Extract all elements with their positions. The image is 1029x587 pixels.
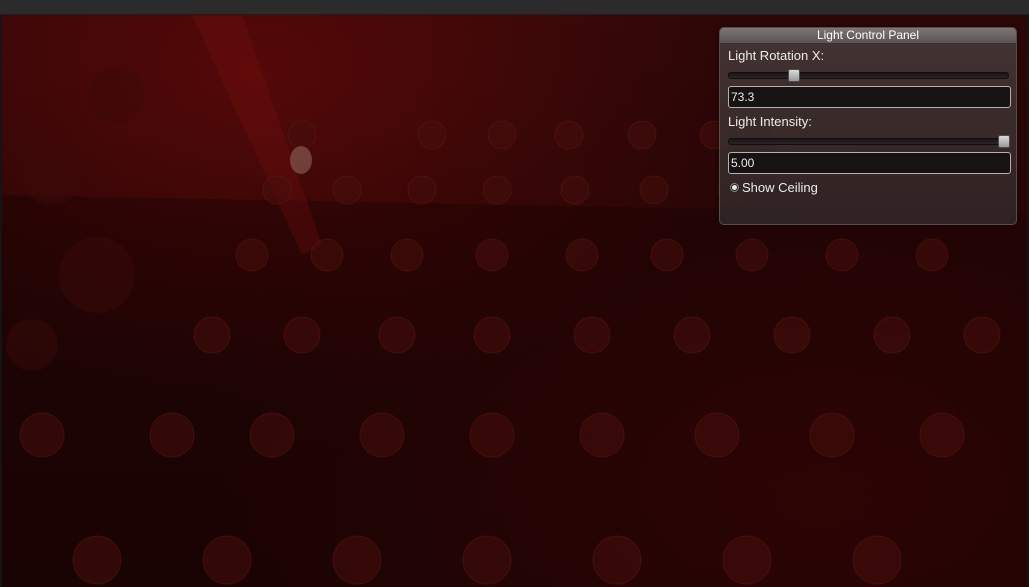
scene-sphere (6, 319, 58, 371)
scene-sphere (773, 316, 811, 354)
scene-sphere (919, 412, 965, 458)
rotation-slider-thumb[interactable] (788, 69, 800, 82)
scene-sphere (473, 316, 511, 354)
scene-sphere (149, 412, 195, 458)
scene-sphere (59, 237, 135, 313)
scene-sphere (560, 175, 590, 205)
panel-title: Light Control Panel (720, 28, 1016, 44)
scene-sphere (417, 120, 447, 150)
scene-sphere (332, 535, 382, 585)
scene-sphere (249, 412, 295, 458)
scene-sphere (235, 238, 269, 272)
scene-sphere (592, 535, 642, 585)
scene-sphere (193, 316, 231, 354)
scene-sphere (283, 316, 321, 354)
lit-sphere (290, 146, 312, 174)
intensity-value-field[interactable] (728, 152, 1011, 174)
intensity-slider[interactable] (728, 135, 1010, 148)
scene-sphere (554, 120, 584, 150)
scene-sphere (487, 120, 517, 150)
scene-sphere (378, 316, 416, 354)
scene-sphere (627, 120, 657, 150)
scene-sphere (72, 535, 122, 585)
scene-sphere (722, 535, 772, 585)
floor-plane (2, 195, 1027, 587)
scene-sphere (332, 175, 362, 205)
scene-sphere (825, 238, 859, 272)
scene-sphere (475, 238, 509, 272)
scene-sphere (359, 412, 405, 458)
scene-sphere (650, 238, 684, 272)
scene-sphere (89, 67, 145, 123)
rotation-label: Light Rotation X: (728, 48, 825, 63)
scene-sphere (579, 412, 625, 458)
window-top-bar (0, 0, 1029, 15)
scene-sphere (482, 175, 512, 205)
scene-sphere (852, 535, 902, 585)
scene-sphere (469, 412, 515, 458)
show-ceiling-option[interactable]: Show Ceiling (730, 179, 818, 195)
scene-sphere (639, 175, 669, 205)
scene-sphere (310, 238, 344, 272)
scene-sphere (390, 238, 424, 272)
light-control-panel: Light Control Panel Light Rotation X: Li… (719, 27, 1017, 225)
scene-sphere (565, 238, 599, 272)
scene-sphere (22, 145, 82, 205)
intensity-label: Light Intensity: (728, 114, 812, 129)
scene-sphere (202, 535, 252, 585)
scene-sphere (809, 412, 855, 458)
scene-sphere (573, 316, 611, 354)
scene-sphere (407, 175, 437, 205)
intensity-slider-thumb[interactable] (998, 135, 1010, 148)
show-ceiling-radio-icon[interactable] (730, 182, 739, 192)
scene-sphere (287, 120, 317, 150)
show-ceiling-label: Show Ceiling (742, 179, 818, 195)
scene-sphere (694, 412, 740, 458)
scene-sphere (735, 238, 769, 272)
scene-sphere (963, 316, 1001, 354)
scene-sphere (873, 316, 911, 354)
scene-sphere (262, 175, 292, 205)
scene-sphere (19, 412, 65, 458)
rotation-slider[interactable] (728, 69, 1009, 82)
rotation-value-field[interactable] (728, 86, 1011, 108)
scene-sphere (673, 316, 711, 354)
scene-sphere (462, 535, 512, 585)
scene-sphere (915, 238, 949, 272)
